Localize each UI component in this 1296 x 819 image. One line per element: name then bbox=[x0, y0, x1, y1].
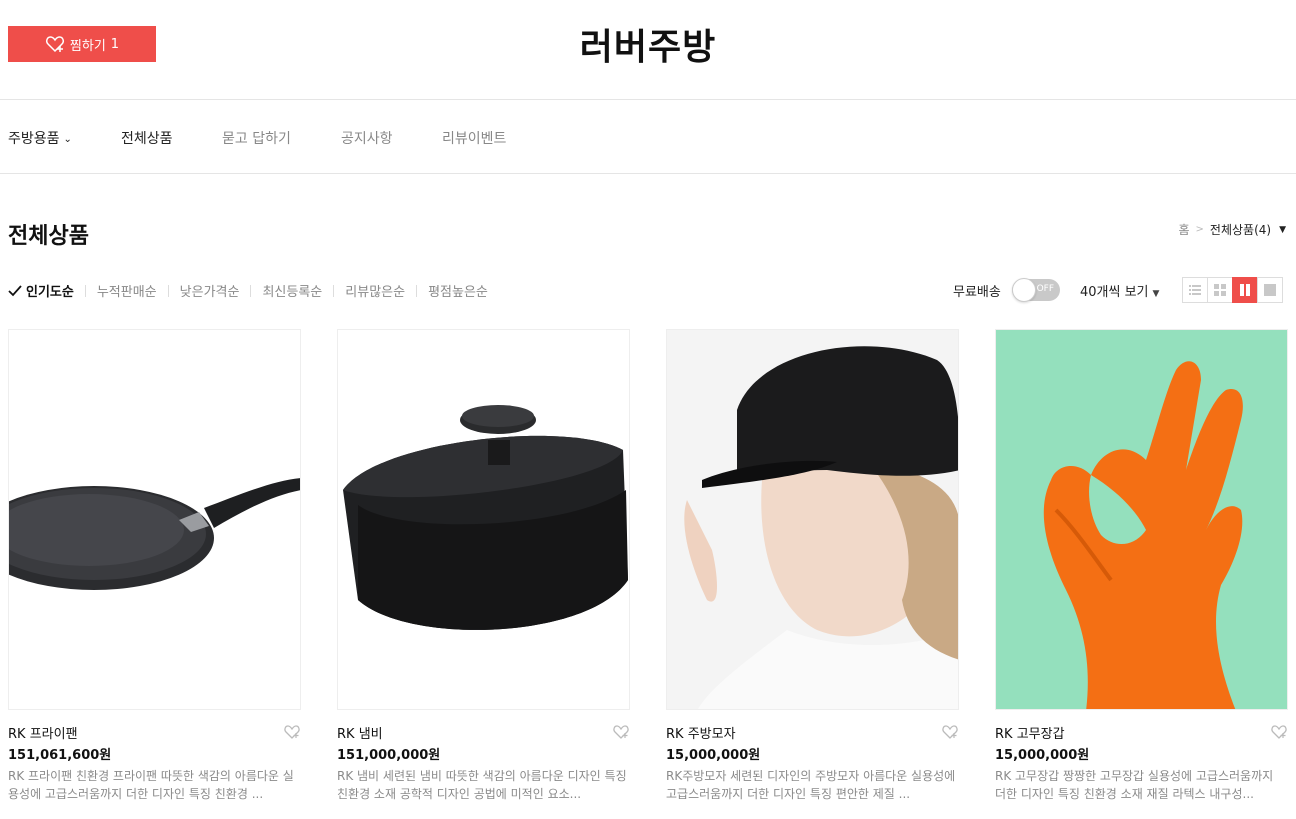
divider bbox=[167, 284, 169, 297]
grid-icon bbox=[1214, 284, 1226, 296]
sort-options: 인기도순 누적판매순 낮은가격순 최신등록순 리뷰많은순 평점높은순 bbox=[8, 281, 488, 300]
pot-image bbox=[338, 330, 629, 709]
product-card: RK 프라이팬 151,061,600원 RK 프라이팬 친환경 프라이팬 따뜻… bbox=[8, 329, 301, 801]
product-name[interactable]: RK 고무장갑 bbox=[995, 723, 1065, 742]
caret-down-icon[interactable]: ▼ bbox=[1279, 225, 1286, 235]
frying-pan-image bbox=[9, 330, 300, 709]
product-price: 151,000,000원 bbox=[337, 748, 441, 763]
product-price: 15,000,000원 bbox=[995, 748, 1090, 763]
breadcrumb-current[interactable]: 전체상품(4) bbox=[1210, 221, 1271, 238]
grid-two-view-button[interactable] bbox=[1232, 277, 1258, 303]
site-header: 찜하기 1 러버주방 bbox=[0, 0, 1296, 100]
view-mode-switcher bbox=[1182, 277, 1283, 303]
product-description: RK 냄비 세련된 냄비 따뜻한 색감의 아름다운 디자인 특징 친환경 소재 … bbox=[337, 769, 627, 801]
product-price: 15,000,000원 bbox=[666, 748, 761, 763]
nav-item-qna[interactable]: 묻고 답하기 bbox=[222, 128, 291, 148]
square-icon bbox=[1264, 284, 1276, 296]
product-image[interactable] bbox=[8, 329, 301, 710]
sort-cumulative-sales[interactable]: 누적판매순 bbox=[97, 281, 157, 300]
sort-label: 인기도순 bbox=[26, 285, 74, 300]
divider bbox=[333, 284, 335, 297]
nav-item-label: 주방용품 bbox=[8, 131, 60, 147]
list-view-button[interactable] bbox=[1182, 277, 1208, 303]
sort-newest[interactable]: 최신등록순 bbox=[262, 281, 322, 300]
single-view-button[interactable] bbox=[1257, 277, 1283, 303]
sort-popular[interactable]: 인기도순 bbox=[8, 281, 74, 300]
sort-low-price[interactable]: 낮은가격순 bbox=[180, 281, 240, 300]
product-card: RK 고무장갑 15,000,000원 RK 고무장갑 짱짱한 고무장갑 실용성… bbox=[995, 329, 1288, 801]
free-shipping-toggle[interactable]: OFF bbox=[1012, 278, 1060, 302]
toggle-state: OFF bbox=[1036, 284, 1054, 294]
sort-top-rated[interactable]: 평점높은순 bbox=[428, 281, 488, 300]
divider bbox=[416, 284, 418, 297]
product-image[interactable] bbox=[666, 329, 959, 710]
product-name[interactable]: RK 주방모자 bbox=[666, 723, 736, 742]
divider bbox=[250, 284, 252, 297]
product-name[interactable]: RK 프라이팬 bbox=[8, 723, 78, 742]
chevron-right-icon: > bbox=[1195, 224, 1204, 235]
free-shipping-label: 무료배송 bbox=[953, 285, 1001, 300]
heart-plus-icon[interactable] bbox=[283, 724, 301, 740]
product-description: RK주방모자 세련된 디자인의 주방모자 아름다운 실용성에 고급스러움까지 더… bbox=[666, 769, 956, 801]
breadcrumb-home[interactable]: 홈 bbox=[1178, 221, 1189, 238]
toggle-knob bbox=[1012, 278, 1036, 302]
list-icon bbox=[1189, 285, 1201, 295]
nav-item-notice[interactable]: 공지사항 bbox=[341, 128, 393, 148]
nav-item-all-products[interactable]: 전체상품 bbox=[121, 128, 173, 148]
page-title: 전체상품 bbox=[8, 224, 89, 249]
product-card: RK 주방모자 15,000,000원 RK주방모자 세련된 디자인의 주방모자… bbox=[666, 329, 959, 801]
chevron-down-icon: ⌄ bbox=[63, 134, 72, 145]
per-page-value: 40개씩 보기 bbox=[1080, 285, 1149, 300]
two-column-icon bbox=[1240, 284, 1250, 296]
heart-plus-icon[interactable] bbox=[1270, 724, 1288, 740]
product-image[interactable] bbox=[337, 329, 630, 710]
per-page-select[interactable]: 40개씩 보기 ▼ bbox=[1080, 281, 1159, 300]
product-price: 151,061,600원 bbox=[8, 748, 112, 763]
kitchen-hat-model-image bbox=[667, 330, 958, 709]
rubber-glove-image bbox=[996, 330, 1287, 709]
nav-item-kitchen[interactable]: 주방용품 ⌄ bbox=[8, 128, 72, 148]
site-logo[interactable]: 러버주방 bbox=[0, 18, 1296, 70]
product-image[interactable] bbox=[995, 329, 1288, 710]
product-description: RK 고무장갑 짱짱한 고무장갑 실용성에 고급스러움까지 더한 디자인 특징 … bbox=[995, 769, 1274, 801]
check-icon bbox=[8, 284, 22, 296]
nav-item-review-event[interactable]: 리뷰이벤트 bbox=[442, 128, 506, 148]
product-description: RK 프라이팬 친환경 프라이팬 따뜻한 색감의 아름다운 실용성에 고급스러움… bbox=[8, 769, 294, 801]
heart-plus-icon[interactable] bbox=[941, 724, 959, 740]
product-card: RK 냄비 151,000,000원 RK 냄비 세련된 냄비 따뜻한 색감의 … bbox=[337, 329, 630, 801]
sort-most-reviews[interactable]: 리뷰많은순 bbox=[345, 281, 405, 300]
breadcrumb: 홈 > 전체상품(4) ▼ bbox=[1178, 221, 1286, 238]
product-name[interactable]: RK 냄비 bbox=[337, 723, 383, 742]
heart-plus-icon[interactable] bbox=[612, 724, 630, 740]
caret-down-icon: ▼ bbox=[1152, 289, 1160, 299]
main-nav: 주방용품 ⌄ 전체상품 묻고 답하기 공지사항 리뷰이벤트 bbox=[0, 100, 1296, 174]
grid-small-view-button[interactable] bbox=[1207, 277, 1233, 303]
divider bbox=[84, 284, 86, 297]
